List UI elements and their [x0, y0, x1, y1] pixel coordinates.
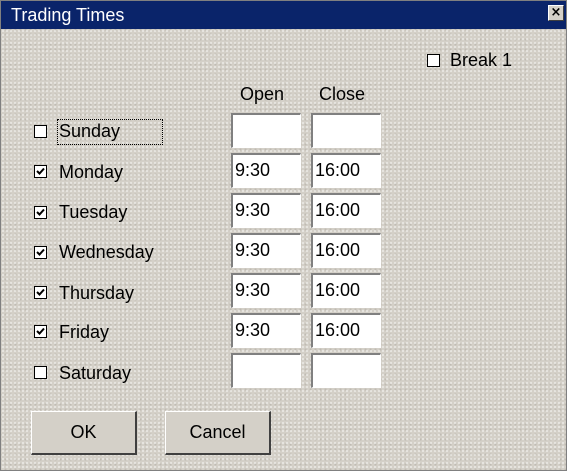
- day-label-wednesday: Wednesday: [59, 242, 154, 262]
- day-checkbox-monday[interactable]: [34, 165, 47, 178]
- open-field-saturday[interactable]: [231, 353, 301, 388]
- break-1-checkbox[interactable]: [427, 54, 440, 67]
- day-checkbox-sunday[interactable]: [34, 125, 47, 138]
- open-column-header: Open: [240, 84, 285, 104]
- day-label-thursday: Thursday: [59, 283, 135, 303]
- close-field-sunday[interactable]: [311, 113, 381, 148]
- day-label-tuesday: Tuesday: [59, 202, 128, 222]
- close-field-thursday[interactable]: 16:00: [311, 273, 381, 308]
- trading-times-dialog: Trading Times × Break 1 Open Close Sunda…: [0, 0, 567, 471]
- break-1-label: Break 1: [450, 50, 513, 70]
- close-field-wednesday[interactable]: 16:00: [311, 233, 381, 268]
- day-label-friday: Friday: [59, 322, 110, 342]
- close-field-saturday[interactable]: [311, 353, 381, 388]
- close-field-friday[interactable]: 16:00: [311, 313, 381, 348]
- open-field-tuesday[interactable]: 9:30: [231, 193, 301, 228]
- day-checkbox-wednesday[interactable]: [34, 246, 47, 259]
- open-field-wednesday[interactable]: 9:30: [231, 233, 301, 268]
- day-label-saturday: Saturday: [59, 363, 132, 383]
- day-checkbox-saturday[interactable]: [34, 366, 47, 379]
- open-field-friday[interactable]: 9:30: [231, 313, 301, 348]
- day-checkbox-friday[interactable]: [34, 325, 47, 338]
- day-checkbox-tuesday[interactable]: [34, 206, 47, 219]
- focus-rectangle: [57, 119, 163, 145]
- close-icon[interactable]: ×: [548, 5, 564, 21]
- cancel-button[interactable]: Cancel: [165, 411, 271, 455]
- window-title: Trading Times: [11, 5, 125, 25]
- title-bar: Trading Times ×: [1, 1, 566, 29]
- close-field-monday[interactable]: 16:00: [311, 153, 381, 188]
- day-checkbox-thursday[interactable]: [34, 286, 47, 299]
- day-label-monday: Monday: [59, 162, 124, 182]
- open-field-thursday[interactable]: 9:30: [231, 273, 301, 308]
- open-field-sunday[interactable]: [231, 113, 301, 148]
- close-field-tuesday[interactable]: 16:00: [311, 193, 381, 228]
- open-field-monday[interactable]: 9:30: [231, 153, 301, 188]
- ok-button[interactable]: OK: [31, 411, 137, 455]
- close-column-header: Close: [319, 84, 366, 104]
